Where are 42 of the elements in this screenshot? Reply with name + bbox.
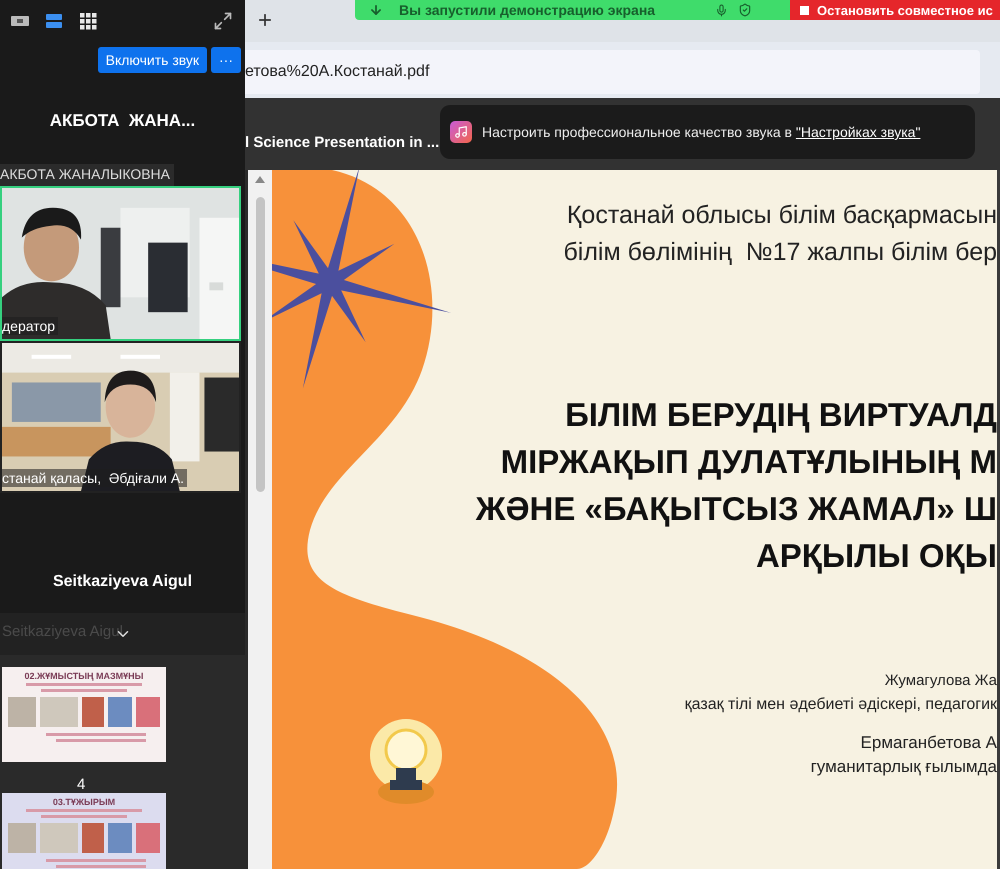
scrollbar[interactable] xyxy=(248,170,272,869)
slide-header-text: білім бөлімінің №17 жалпы білім бер xyxy=(563,237,997,268)
stop-icon xyxy=(800,6,809,14)
expand-icon[interactable] xyxy=(213,11,233,31)
grid-view-icon[interactable] xyxy=(78,12,98,30)
page-number: 4 xyxy=(77,776,86,793)
slide-title-text: АРҚЫЛЫ ОҚЫ xyxy=(756,536,997,576)
shield-icon xyxy=(738,3,752,17)
scroll-up-icon[interactable] xyxy=(255,176,265,183)
thumbnail-title: 03.ТҰЖЫРЫМ xyxy=(52,797,116,807)
slide-thumbnail[interactable]: 02.ЖҰМЫСТЫҢ МАЗМҰНЫ xyxy=(2,667,166,762)
author-name: Жумагулова Жа xyxy=(884,671,997,691)
new-tab-button[interactable]: + xyxy=(254,9,276,33)
scroll-thumb[interactable] xyxy=(256,197,264,492)
author-role: қазақ тілі мен әдебиеті әдіскері, педагогик xyxy=(684,695,997,715)
address-field[interactable]: етова%20А.Костанай.pdf xyxy=(245,50,980,94)
slide-title-text: БІЛІМ БЕРУДІҢ ВИРТУАЛД xyxy=(565,395,997,435)
sharing-status: Вы запустили демонстрацию экрана xyxy=(399,2,656,18)
slide-title-text: МІРЖАҚЫП ДУЛАТҰЛЫНЫҢ М xyxy=(500,442,997,482)
slide-header-text: Қостанай облысы білім басқармасын xyxy=(566,200,997,231)
notification-text: Настроить профессиональное качество звука в "Настройках звука" xyxy=(482,124,920,140)
participant-label: дератор xyxy=(2,317,58,335)
author-role: гуманитарлық ғылымда xyxy=(810,756,997,778)
slide-thumbnail[interactable]: 03.ТҰЖЫРЫМ xyxy=(2,793,166,869)
active-speaker-name: АКБОТА ЖАНА... xyxy=(50,111,196,131)
document-title: l Science Presentation in ... xyxy=(245,134,440,150)
music-icon xyxy=(450,121,472,143)
arrow-icon[interactable] xyxy=(369,3,383,17)
thumbnail-title: 02.ЖҰМЫСТЫҢ МАЗМҰНЫ xyxy=(24,671,144,681)
speaker-label: АКБОТА ЖАНАЛЫКОВНА xyxy=(0,164,174,186)
list-view-icon[interactable] xyxy=(44,12,64,30)
slide-title-text: ЖӘНЕ «БАҚЫТСЫЗ ЖАМАЛ» Ш xyxy=(476,489,997,529)
participant-name: Seitkaziyeva Aigul xyxy=(52,573,192,591)
microphone-icon[interactable] xyxy=(715,4,728,16)
sound-settings-link[interactable]: "Настройках звука" xyxy=(796,124,920,140)
more-button[interactable]: ··· xyxy=(211,47,241,73)
unmute-button[interactable]: Включить звук xyxy=(98,47,207,73)
participant-label: станай қаласы, Әбдіғали А. xyxy=(2,469,188,487)
stop-sharing-button[interactable]: Остановить совместное ис xyxy=(790,0,1000,20)
video-tile[interactable]: станай қаласы, Әбдіғали А. xyxy=(0,341,241,493)
author-name: Ермаганбетова А xyxy=(860,732,997,754)
video-tile[interactable]: дератор xyxy=(0,186,241,341)
